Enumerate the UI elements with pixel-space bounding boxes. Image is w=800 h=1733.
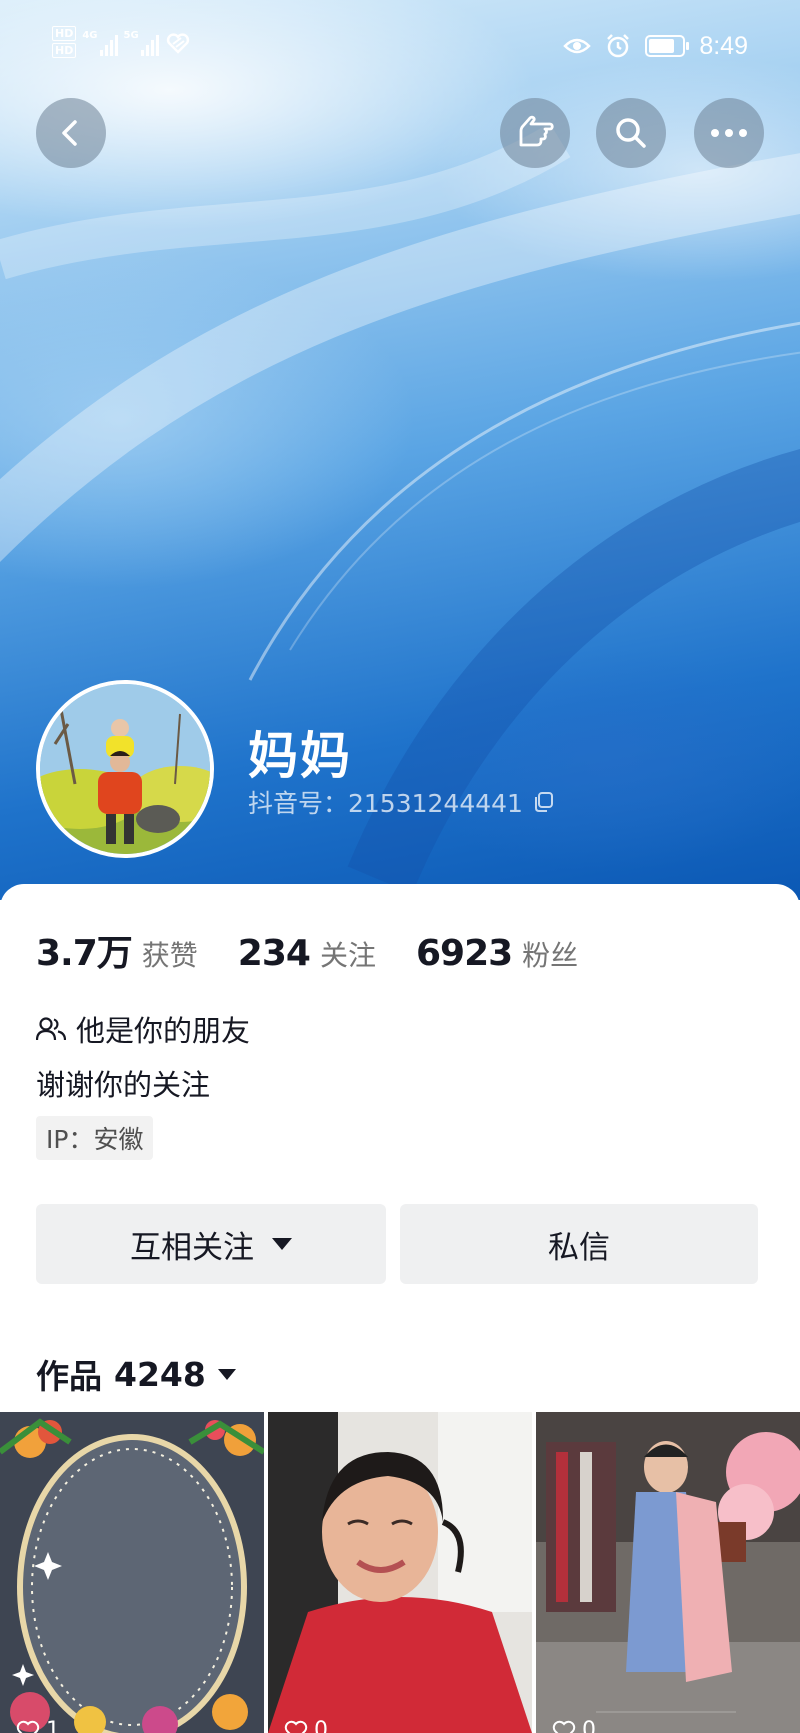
- signal-group-2: 5G: [124, 26, 159, 56]
- heart-icon: [552, 1720, 576, 1733]
- video-thumbnail-image: [536, 1412, 800, 1733]
- hd-indicators: HD HD: [52, 26, 77, 58]
- signal-icon-2: [140, 32, 159, 56]
- stat-likes: 3.7万 获赞: [36, 924, 198, 976]
- douyin-id[interactable]: 抖音号：21531244441: [248, 784, 555, 820]
- works-grid: 1 0 0: [0, 1412, 800, 1733]
- message-label: 私信: [548, 1229, 610, 1266]
- works-tab[interactable]: 作品 4248: [36, 1350, 236, 1398]
- nickname: 妈妈: [248, 727, 352, 785]
- thumbnail-likes: 0: [552, 1718, 596, 1733]
- mutual-follow-button[interactable]: 互相关注: [36, 1204, 386, 1284]
- stat-followers-value: 6923: [415, 933, 513, 974]
- back-button[interactable]: [36, 98, 106, 168]
- search-icon: [616, 118, 646, 148]
- stat-likes-value: 3.7万: [36, 933, 133, 974]
- eye-icon: [563, 38, 592, 54]
- alarm-icon: [607, 34, 630, 58]
- works-caret-down-icon: [217, 1368, 236, 1380]
- bio-text: 谢谢你的关注: [36, 1068, 211, 1102]
- heart-link-icon: [166, 33, 189, 54]
- more-button[interactable]: [694, 98, 764, 168]
- ip-location-chip: IP：安徽: [36, 1116, 154, 1160]
- hd-badge-1: HD: [52, 26, 77, 41]
- stats-row: 3.7万 获赞 234 关注 6923 粉丝: [36, 924, 618, 976]
- search-button[interactable]: [596, 98, 666, 168]
- mutual-follow-label: 互相关注: [130, 1229, 254, 1266]
- video-thumbnail-image: [0, 1412, 264, 1733]
- heart-icon: [16, 1720, 40, 1733]
- more-icon: [711, 129, 747, 137]
- status-left: HD HD 4G 5G: [52, 26, 191, 66]
- thumbnail-likes-count: 1: [46, 1718, 60, 1733]
- stat-likes-label: 获赞: [141, 939, 198, 972]
- back-icon: [62, 120, 77, 146]
- network-label-1: 4G: [82, 30, 98, 41]
- thumbnail-likes-count: 0: [314, 1718, 328, 1733]
- thumbnail-likes-count: 0: [582, 1718, 596, 1733]
- stat-following-value: 234: [237, 933, 311, 974]
- friend-indicator: 他是你的朋友: [36, 1008, 250, 1050]
- status-bar: HD HD 4G 5G 8:49: [0, 0, 800, 92]
- battery-fill: [649, 39, 675, 53]
- profile-sheet: 3.7万 获赞 234 关注 6923 粉丝 他是你的朋友 谢谢你的关注 IP：…: [0, 884, 800, 1733]
- battery-icon: [645, 35, 690, 57]
- stat-following[interactable]: 234 关注: [238, 933, 376, 974]
- gesture-button[interactable]: [500, 98, 570, 168]
- signal-group-1: 4G: [82, 26, 118, 56]
- works-title: 作品: [36, 1357, 102, 1396]
- video-thumbnail[interactable]: 1: [0, 1412, 264, 1733]
- douyin-id-text: 抖音号：21531244441: [248, 789, 523, 818]
- video-thumbnail[interactable]: 0: [268, 1412, 532, 1733]
- thumbnail-likes: 0: [284, 1718, 328, 1733]
- stat-following-label: 关注: [319, 939, 376, 972]
- copy-icon[interactable]: [533, 791, 555, 813]
- clock: 8:49: [699, 31, 748, 60]
- stat-followers[interactable]: 6923 粉丝: [416, 933, 578, 974]
- heart-icon: [284, 1720, 308, 1733]
- friend-text: 他是你的朋友: [76, 1014, 251, 1048]
- avatar[interactable]: [36, 680, 214, 858]
- hd-badge-2: HD: [52, 43, 77, 58]
- network-label-2: 5G: [123, 30, 139, 41]
- pointing-hand-icon: [519, 115, 554, 147]
- video-thumbnail-image: [268, 1412, 532, 1733]
- friends-icon: [36, 1017, 66, 1041]
- signal-icon: [99, 32, 118, 56]
- message-button[interactable]: 私信: [400, 1204, 758, 1284]
- caret-down-icon: [272, 1238, 292, 1250]
- avatar-photo: [40, 684, 210, 854]
- thumbnail-likes: 1: [16, 1718, 60, 1733]
- video-thumbnail[interactable]: 0: [536, 1412, 800, 1733]
- stat-followers-label: 粉丝: [522, 939, 579, 972]
- works-count: 4248: [114, 1354, 206, 1394]
- status-right: 8:49: [563, 28, 748, 64]
